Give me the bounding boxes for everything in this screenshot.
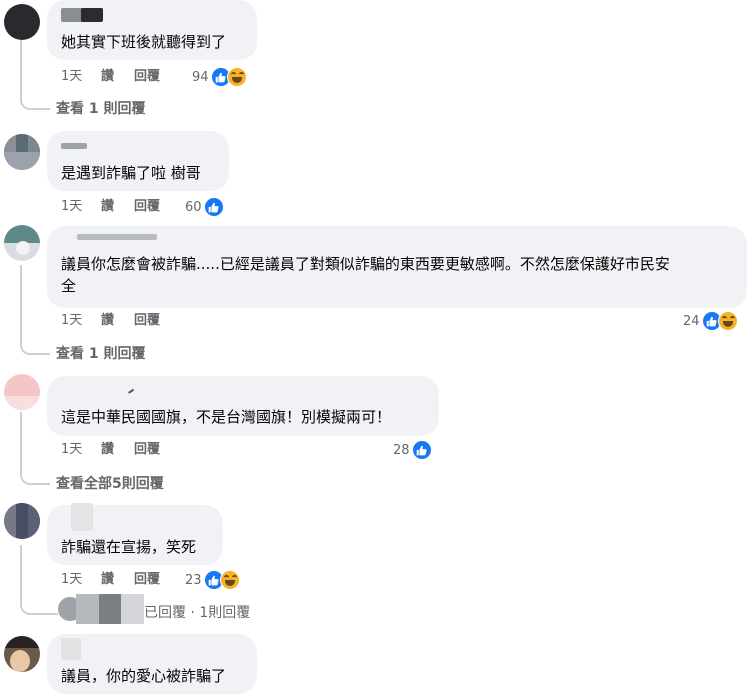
comment-bubble: 這是中華民國國旗，不是台灣國旗！別模擬兩可！ (47, 376, 439, 436)
view-replies-link[interactable]: 查看 1 則回覆 (56, 100, 146, 118)
comment-text: 議員，你的愛心被詐騙了 (61, 667, 227, 685)
reaction-count: 24 (683, 313, 700, 329)
like-button[interactable]: 讚 (101, 198, 114, 216)
reply-button[interactable]: 回覆 (134, 571, 160, 589)
thread-line (20, 40, 22, 95)
timestamp[interactable]: 1天 (61, 441, 82, 459)
thread-line (20, 265, 22, 345)
thread-connector (20, 335, 50, 355)
comment-bubble: 她其實下班後就聽得到了 (47, 0, 257, 60)
timestamp[interactable]: 1天 (61, 198, 82, 216)
reply-button[interactable]: 回覆 (134, 312, 160, 330)
comment-text: 她其實下班後就聽得到了 (61, 33, 227, 51)
reaction-summary[interactable]: 60 (185, 197, 224, 217)
reply-button[interactable]: 回覆 (134, 198, 160, 216)
reaction-count: 60 (185, 199, 202, 215)
like-thumb-icon (411, 440, 432, 460)
reply-button[interactable]: 回覆 (134, 68, 160, 86)
commenter-name-blurred[interactable] (61, 638, 81, 660)
timestamp[interactable]: 1天 (61, 312, 82, 330)
like-button[interactable]: 讚 (101, 441, 114, 459)
timestamp[interactable]: 1天 (61, 68, 82, 86)
like-button[interactable]: 讚 (101, 68, 114, 86)
comment-text-line2: 全 (61, 277, 77, 295)
comment-text: 詐騙還在宣揚，笑死 (61, 538, 197, 556)
commenter-name-blurred[interactable] (71, 503, 93, 531)
like-button[interactable]: 讚 (101, 312, 114, 330)
haha-emoji-icon (226, 67, 247, 87)
avatar[interactable] (4, 134, 40, 170)
comment-text: 是遇到詐騙了啦 樹哥 (61, 164, 201, 182)
haha-emoji-icon (717, 311, 738, 331)
haha-emoji-icon (219, 570, 240, 590)
avatar[interactable] (4, 636, 40, 672)
reaction-summary[interactable]: 28 (393, 440, 432, 460)
comment-bubble: 議員，你的愛心被詐騙了 (47, 634, 257, 694)
thread-connector (20, 465, 50, 485)
comment-bubble: 詐騙還在宣揚，笑死 (47, 503, 223, 565)
reaction-summary[interactable]: 24 (683, 311, 738, 331)
avatar[interactable] (4, 225, 40, 261)
like-button[interactable]: 讚 (101, 571, 114, 589)
like-thumb-icon (203, 197, 224, 217)
reaction-count: 28 (393, 442, 410, 458)
reply-button[interactable]: 回覆 (134, 441, 160, 459)
avatar[interactable] (4, 4, 40, 40)
replier-name-blurred (76, 594, 145, 624)
thread-connector (20, 90, 50, 110)
reaction-summary[interactable]: 23 (185, 570, 240, 590)
commenter-name-blurred[interactable] (61, 143, 87, 149)
view-replies-link[interactable]: 已回覆 · 1則回覆 (144, 604, 250, 622)
view-all-replies-link[interactable]: 查看全部5則回覆 (56, 475, 164, 493)
reaction-summary[interactable]: 94 (192, 67, 247, 87)
avatar[interactable] (4, 374, 40, 410)
comment-bubble: 是遇到詐騙了啦 樹哥 (47, 131, 229, 191)
timestamp[interactable]: 1天 (61, 571, 82, 589)
comment-text: 這是中華民國國旗，不是台灣國旗！別模擬兩可！ (61, 408, 392, 426)
comment-bubble: 議員你怎麼會被詐騙.....已經是議員了對類似詐騙的東西要更敏感啊。不然怎麼保護… (47, 226, 747, 308)
reaction-count: 23 (185, 572, 202, 588)
thread-connector (20, 595, 58, 615)
reaction-count: 94 (192, 69, 209, 85)
avatar[interactable] (4, 503, 40, 539)
comment-text-line1: 議員你怎麼會被詐騙.....已經是議員了對類似詐騙的東西要更敏感啊。不然怎麼保護… (61, 255, 670, 273)
commenter-name-blurred[interactable] (77, 234, 157, 240)
view-replies-link[interactable]: 查看 1 則回覆 (56, 345, 146, 363)
